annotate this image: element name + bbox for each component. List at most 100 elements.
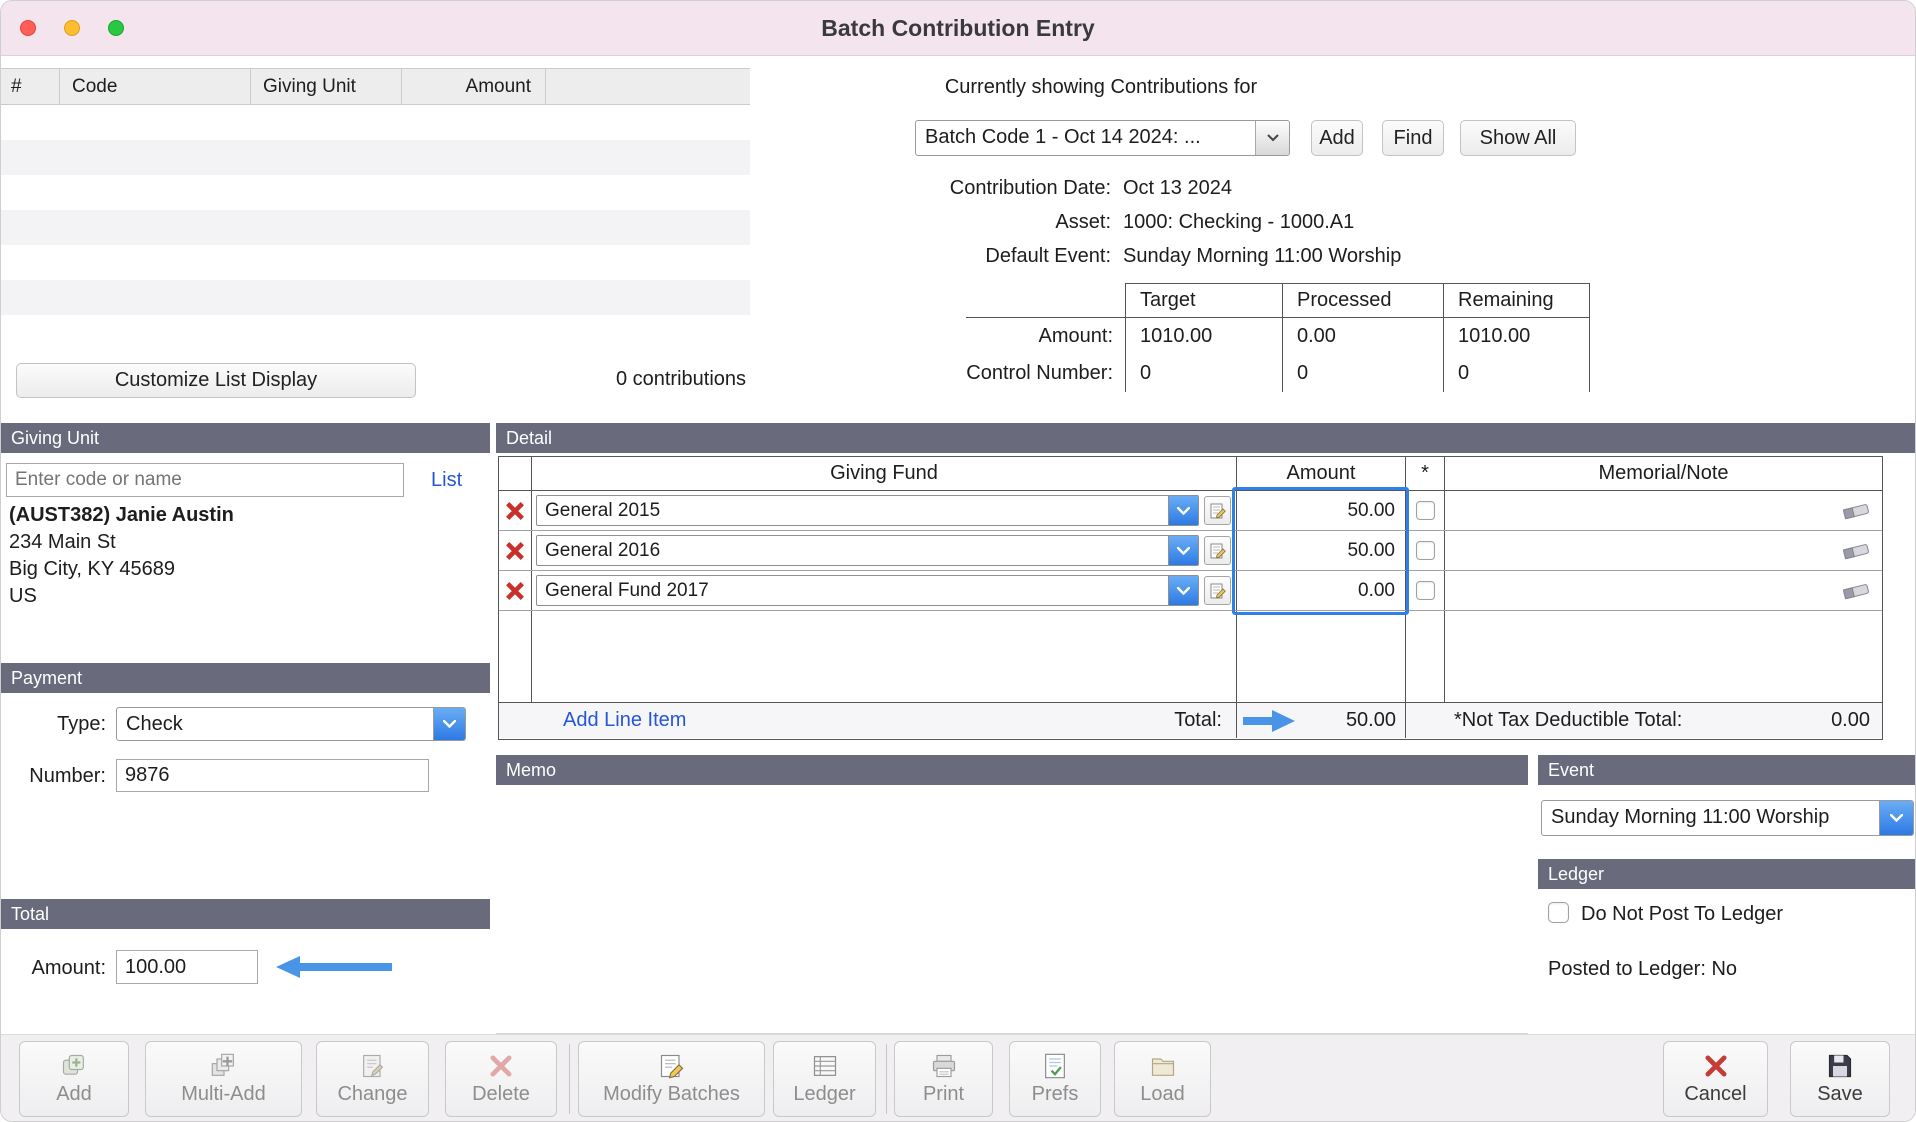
print-button[interactable]: Print	[894, 1041, 993, 1117]
batch-select[interactable]: Batch Code 1 - Oct 14 2024: ...	[915, 120, 1290, 156]
batch-add-button[interactable]: Add	[1311, 120, 1363, 156]
giving-fund-select[interactable]: General 2016	[536, 535, 1199, 566]
giving-unit-name: (AUST382) Janie Austin	[9, 504, 234, 527]
fund-note-button[interactable]	[1204, 576, 1231, 605]
giving-unit-list-link[interactable]: List	[431, 469, 462, 492]
giving-fund-select[interactable]: General 2015	[536, 495, 1199, 526]
ledger-icon	[811, 1052, 839, 1080]
fund-note-button[interactable]	[1204, 496, 1231, 525]
not-tax-deductible-checkbox[interactable]	[1416, 501, 1435, 520]
payment-type-select[interactable]: Check	[116, 707, 466, 741]
modify-batches-button[interactable]: Modify Batches	[578, 1041, 765, 1117]
change-icon	[359, 1052, 387, 1080]
batch-find-button[interactable]: Find	[1382, 120, 1444, 156]
chevron-down-icon[interactable]	[1168, 576, 1198, 605]
delete-x-icon	[504, 500, 526, 522]
memorial-note-field[interactable]	[1444, 531, 1882, 570]
giving-fund-value: General 2016	[537, 536, 1168, 565]
contribution-list-header: # Code Giving Unit Amount	[1, 68, 750, 105]
eraser-icon	[1841, 541, 1871, 561]
edit-note-icon	[1209, 542, 1227, 560]
total-amount-input[interactable]	[116, 950, 258, 984]
column-header-code[interactable]: Code	[60, 69, 251, 104]
load-button-label: Load	[1140, 1083, 1185, 1106]
customize-list-display-button[interactable]: Customize List Display	[16, 363, 416, 398]
modify-batches-button-label: Modify Batches	[603, 1083, 740, 1106]
event-select[interactable]: Sunday Morning 11:00 Worship	[1541, 800, 1914, 836]
giving-fund-select[interactable]: General Fund 2017	[536, 575, 1199, 606]
delete-line-button[interactable]	[499, 491, 531, 530]
total-amount-pointer-arrow-icon	[276, 955, 392, 979]
delete-x-icon	[504, 580, 526, 602]
delete-x-icon	[504, 540, 526, 562]
column-header-number[interactable]: #	[1, 69, 60, 104]
chevron-down-icon[interactable]	[1168, 496, 1198, 525]
column-header-giving-unit[interactable]: Giving Unit	[251, 69, 402, 104]
load-icon	[1149, 1052, 1177, 1080]
add-line-item-link[interactable]: Add Line Item	[563, 709, 686, 732]
giving-unit-section-header: Giving Unit	[1, 423, 490, 453]
multi-add-button[interactable]: Multi-Add	[145, 1041, 302, 1117]
delete-line-button[interactable]	[499, 531, 531, 570]
chevron-down-icon[interactable]	[1168, 536, 1198, 565]
giving-unit-address-line3: US	[9, 585, 37, 608]
not-tax-deductible-total-label: *Not Tax Deductible Total:	[1454, 709, 1682, 732]
modify-batches-icon	[658, 1052, 686, 1080]
asset-label: Asset:	[701, 211, 1111, 234]
list-row	[1, 175, 750, 210]
line-amount-field[interactable]: 0.00	[1236, 571, 1405, 610]
eraser-icon	[1841, 581, 1871, 601]
default-event-label: Default Event:	[701, 245, 1111, 268]
not-tax-deductible-checkbox[interactable]	[1416, 541, 1435, 560]
fund-note-button[interactable]	[1204, 536, 1231, 565]
do-not-post-to-ledger-checkbox[interactable]	[1548, 902, 1569, 923]
ledger-button[interactable]: Ledger	[773, 1041, 876, 1117]
summary-col-remaining: Remaining	[1443, 283, 1590, 318]
giving-fund-value: General 2015	[537, 496, 1168, 525]
ledger-section-header: Ledger	[1538, 859, 1916, 889]
summary-amount-label: Amount:	[966, 318, 1125, 355]
memorial-note-field[interactable]	[1444, 491, 1882, 530]
detail-header-asterisk: *	[1405, 457, 1444, 490]
list-row	[1, 105, 750, 140]
load-button[interactable]: Load	[1114, 1041, 1211, 1117]
chevron-down-icon[interactable]	[433, 708, 465, 740]
delete-icon	[487, 1052, 515, 1080]
column-header-amount[interactable]: Amount	[402, 69, 546, 104]
delete-line-button[interactable]	[499, 571, 531, 610]
giving-fund-cell: General Fund 2017	[531, 571, 1236, 610]
edit-note-icon	[1209, 582, 1227, 600]
detail-row: General Fund 2017 0.00	[499, 571, 1882, 611]
summary-amount-remaining: 1010.00	[1443, 318, 1590, 355]
save-button[interactable]: Save	[1790, 1041, 1890, 1117]
change-button[interactable]: Change	[316, 1041, 429, 1117]
add-icon	[60, 1052, 88, 1080]
payment-number-input[interactable]	[116, 759, 429, 792]
asset-value: 1000: Checking - 1000.A1	[1123, 211, 1354, 234]
line-amount-field[interactable]: 50.00	[1236, 531, 1405, 570]
delete-button[interactable]: Delete	[445, 1041, 557, 1117]
not-tax-deductible-checkbox[interactable]	[1416, 581, 1435, 600]
batch-contribution-entry-window: Batch Contribution Entry # Code Giving U…	[0, 0, 1916, 1122]
batch-select-value: Batch Code 1 - Oct 14 2024: ...	[916, 121, 1255, 155]
total-amount-label: Amount:	[1, 957, 106, 980]
cancel-button[interactable]: Cancel	[1663, 1041, 1768, 1117]
default-event-value: Sunday Morning 11:00 Worship	[1123, 245, 1401, 268]
giving-unit-search-input[interactable]	[6, 463, 404, 497]
memorial-note-field[interactable]	[1444, 571, 1882, 610]
batch-show-all-button[interactable]: Show All	[1460, 120, 1576, 156]
prefs-button[interactable]: Prefs	[1009, 1041, 1101, 1117]
summary-control-target: 0	[1125, 355, 1282, 392]
cancel-button-label: Cancel	[1684, 1083, 1746, 1106]
not-tax-deductible-cell	[1405, 531, 1444, 570]
chevron-down-icon[interactable]	[1879, 801, 1913, 835]
detail-total-pointer-arrow-icon	[1243, 709, 1295, 733]
memo-input[interactable]	[496, 785, 1528, 1033]
list-row	[1, 210, 750, 245]
line-amount-field[interactable]: 50.00	[1236, 491, 1405, 530]
chevron-down-icon[interactable]	[1255, 121, 1289, 155]
memo-section-header: Memo	[496, 755, 1528, 785]
giving-unit-address-line2: Big City, KY 45689	[9, 558, 175, 581]
add-button[interactable]: Add	[19, 1041, 129, 1117]
not-tax-deductible-cell	[1405, 491, 1444, 530]
